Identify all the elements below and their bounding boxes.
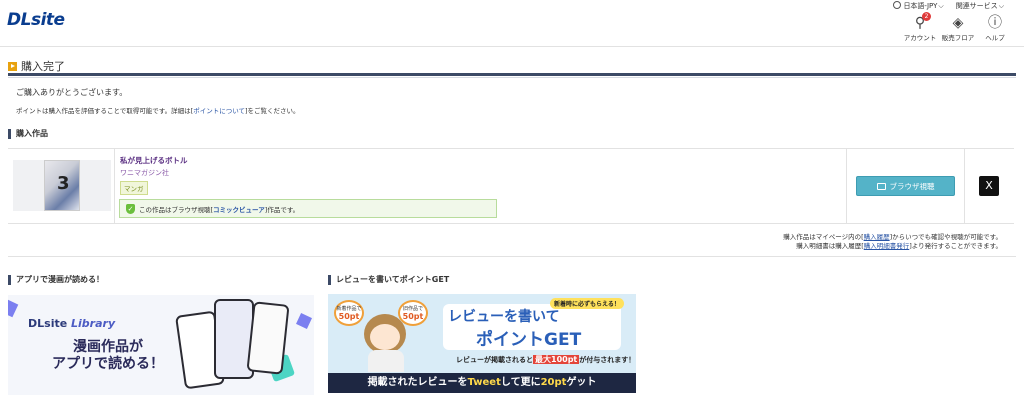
page-title-text: 購入完了 [21, 60, 65, 73]
character-face [370, 324, 400, 350]
row-divider [846, 148, 847, 224]
item-title[interactable]: 私が見上げるボトル [120, 155, 188, 166]
bubble1-points: 50pt [338, 312, 360, 321]
title-underline-light [8, 77, 1016, 78]
bottom-tweet: Tweet [467, 377, 501, 388]
review-tag: 新着時に必ずもらえる！ [550, 298, 624, 309]
shield-check-icon: ✓ [126, 203, 135, 214]
notification-badge: 2 [922, 12, 931, 21]
points-note-prefix: ポイントは購入作品を評価することで取得可能です。詳細は[ [16, 107, 194, 115]
browser-view-notice: ✓ この作品はブラウザ視聴[コミックビューア]作品です。 [119, 199, 497, 218]
phone-illustration [246, 301, 290, 375]
item-thumbnail[interactable]: 3 [44, 160, 80, 211]
help-icon: ⓘ [988, 15, 1002, 31]
notice-prefix: この作品はブラウザ視聴[ [139, 205, 214, 214]
bubble1-caption: 新着作品で [336, 306, 362, 312]
review-headline-2: ポイントGET [476, 330, 582, 350]
history-note-2: 購入明細書は購入履歴[購入明細書発行]より発行することができます。 [796, 240, 1002, 250]
bubble2-points: 50pt [402, 312, 424, 321]
help-button[interactable]: ⓘ ヘルプ [977, 14, 1013, 42]
history-note-2-prefix: 購入明細書は購入履歴[ [796, 242, 864, 250]
purchased-section-title: 購入作品 [8, 129, 48, 139]
bottom-mid: して更に [500, 377, 541, 388]
header-divider [0, 46, 1024, 47]
review-sub-prefix: レビューが掲載されると [456, 356, 533, 364]
points-note-suffix: ]をご覧ください。 [245, 107, 300, 115]
dlsite-library-logo: DLsite Library [28, 317, 115, 330]
language-selector[interactable]: 日本語-JPY⌵ [893, 1, 944, 11]
app-section-title: アプリで漫画が読める！ [8, 275, 104, 285]
points-note: ポイントは購入作品を評価することで取得可能です。詳細は[ポイントについて]をご覧… [16, 105, 300, 115]
history-note-2-suffix: ]より発行することができます。 [909, 242, 1002, 250]
app-banner-line2: アプリで読める！ [52, 356, 164, 372]
section-divider [8, 256, 1016, 257]
related-services-menu[interactable]: 関連サービス⌵ [956, 1, 1004, 11]
bottom-points: 20pt [540, 377, 567, 388]
layers-icon: ◈ [952, 15, 964, 31]
review-banner[interactable]: 新着作品で 50pt 旧作品で 50pt 新着時に必ずもらえる！ レビューを書い… [328, 294, 636, 393]
top-links: 日本語-JPY⌵ 関連サービス⌵ [893, 1, 1004, 11]
account-label: アカウント [903, 34, 937, 42]
item-genre-tag: マンガ [120, 181, 148, 195]
sales-floor-label: 販売フロア [941, 34, 975, 42]
notice-suffix: ]作品です。 [264, 205, 300, 214]
language-label: 日本語-JPY [903, 2, 938, 10]
browser-view-label: ブラウザ視聴 [889, 181, 935, 191]
bottom-suffix: ゲット [566, 377, 597, 388]
thanks-message: ご購入ありがとうございます。 [16, 88, 128, 97]
points-link[interactable]: ポイントについて [193, 107, 245, 115]
bubble2-caption: 旧作品で [402, 306, 423, 312]
app-banner-line1: 漫画作品が [73, 339, 143, 355]
chevron-down-icon: ⌵ [938, 2, 944, 10]
row-divider [114, 148, 115, 224]
browser-view-button[interactable]: ブラウザ視聴 [856, 176, 955, 196]
app-banner[interactable]: DLsite Library 漫画作品が アプリで読める！ [8, 295, 314, 395]
related-services-label: 関連サービス [955, 2, 998, 10]
app-banner-text: 漫画作品が アプリで読める！ [52, 339, 164, 373]
help-label: ヘルプ [985, 34, 1005, 42]
dlsite-logo[interactable]: DLsite [7, 10, 65, 30]
bottom-prefix: 掲載されたレビューを [367, 377, 468, 388]
library-logo-sub: Library [71, 317, 116, 330]
page-title: 購入完了 [8, 58, 65, 74]
x-share-button[interactable]: X [979, 176, 999, 196]
account-icon: ⚲ [914, 15, 926, 31]
row-divider [964, 148, 965, 224]
review-section-title: レビューを書いてポイントGET [328, 275, 449, 285]
library-logo-main: DLsite [28, 317, 68, 330]
play-icon [8, 61, 17, 71]
title-underline [8, 73, 1016, 76]
decoration-shape [8, 298, 19, 318]
chevron-down-icon: ⌵ [998, 2, 1004, 10]
character-body [368, 350, 404, 372]
bonus-bubble-new: 新着作品で 50pt [334, 300, 364, 326]
globe-icon [893, 1, 902, 9]
decoration-shape [296, 313, 312, 329]
comic-viewer-link[interactable]: コミックビューア [213, 204, 265, 214]
review-sub-suffix: が付与されます！ [579, 356, 636, 364]
receipt-issue-link[interactable]: 購入明細書発行 [864, 242, 910, 250]
play-icon [876, 182, 886, 190]
account-button[interactable]: ⚲ 2 アカウント [902, 12, 938, 42]
item-circle[interactable]: ワニマガジン社 [120, 168, 169, 178]
sales-floor-button[interactable]: ◈ 販売フロア [940, 14, 976, 42]
review-headline-1: レビューを書いて [448, 309, 560, 325]
review-bottom-strip: 掲載されたレビューをTweetして更に20ptゲット [328, 373, 636, 393]
review-subtext: レビューが掲載されると 最大100pt が付与されます！ [456, 354, 635, 365]
review-sub-highlight: 最大100pt [533, 355, 580, 364]
